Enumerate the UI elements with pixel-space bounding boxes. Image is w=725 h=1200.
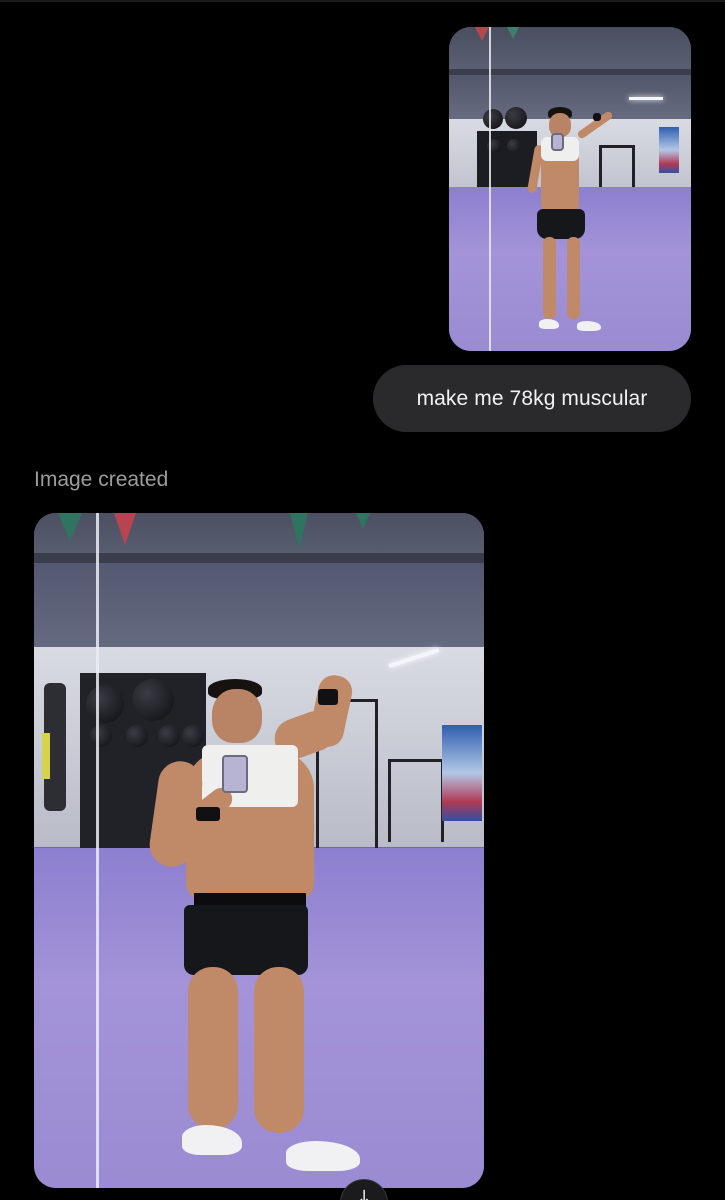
chat-screen: make me 78kg muscular Image created ↓ — [0, 0, 725, 1200]
medicine-ball — [483, 109, 503, 129]
ceiling-flag — [356, 513, 370, 529]
person-original — [526, 105, 627, 345]
gym-ceiling — [34, 513, 484, 553]
ceiling-flag — [58, 513, 82, 541]
mirror-edge — [96, 513, 99, 1188]
ceiling-flag — [114, 513, 136, 545]
generated-image[interactable] — [34, 513, 484, 1188]
top-divider — [0, 0, 725, 2]
sent-photo[interactable] — [449, 27, 691, 351]
user-message-bubble[interactable]: make me 78kg muscular — [373, 365, 691, 432]
mirror-edge — [489, 27, 491, 351]
ceiling-flag — [507, 27, 519, 39]
user-message-text: make me 78kg muscular — [416, 386, 648, 410]
image-created-label: Image created — [34, 468, 169, 491]
medicine-ball — [505, 107, 527, 129]
wall-poster — [659, 127, 679, 173]
ceiling-beam — [34, 553, 484, 563]
arrow-down-icon: ↓ — [356, 1187, 372, 1200]
medicine-ball — [507, 139, 521, 153]
ceiling-flag — [290, 513, 308, 549]
medicine-ball — [90, 725, 112, 747]
punching-bag-stripe — [42, 733, 50, 779]
ceiling-light — [629, 97, 663, 100]
ceiling-flag — [475, 27, 489, 41]
gym-upper-wall — [34, 563, 484, 647]
wall-poster — [442, 725, 482, 821]
medicine-ball — [86, 685, 124, 723]
medicine-ball — [126, 725, 148, 747]
person-muscular — [146, 672, 406, 1175]
